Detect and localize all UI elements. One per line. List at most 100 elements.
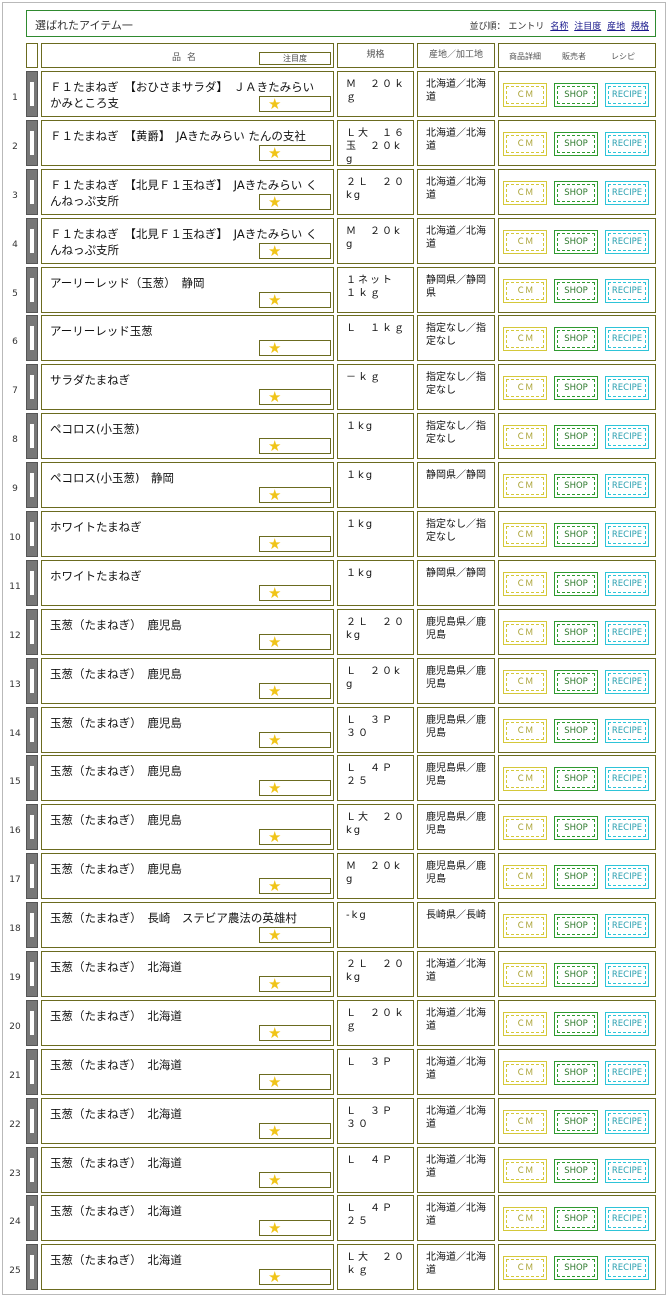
recipe-button[interactable]: RECIPE: [605, 1158, 649, 1183]
item-name[interactable]: Ｆ１たまねぎ 【黄爵】 JAきたみらい たんの支社: [50, 128, 325, 144]
item-name[interactable]: アーリーレッド玉葱: [50, 323, 325, 339]
row-handle[interactable]: [26, 1097, 38, 1144]
row-handle[interactable]: [26, 1146, 38, 1193]
row-handle[interactable]: [26, 706, 38, 753]
row-handle[interactable]: [26, 364, 38, 411]
item-name[interactable]: 玉葱（たまねぎ） 北海道: [50, 1203, 325, 1219]
recipe-button[interactable]: RECIPE: [605, 620, 649, 645]
shop-button[interactable]: SHOP: [554, 83, 598, 107]
row-handle[interactable]: [26, 951, 38, 998]
item-name[interactable]: サラダたまねぎ: [50, 372, 325, 388]
row-handle[interactable]: [26, 559, 38, 606]
recipe-button[interactable]: RECIPE: [605, 1207, 649, 1232]
row-handle[interactable]: [26, 413, 38, 460]
recipe-button[interactable]: RECIPE: [605, 327, 649, 352]
row-handle[interactable]: [26, 119, 38, 166]
row-handle[interactable]: [26, 217, 38, 264]
recipe-button[interactable]: RECIPE: [605, 669, 649, 694]
shop-button[interactable]: SHOP: [554, 376, 598, 401]
row-handle[interactable]: [26, 315, 38, 362]
recipe-button[interactable]: RECIPE: [605, 474, 649, 499]
recipe-button[interactable]: RECIPE: [605, 180, 649, 205]
shop-button[interactable]: SHOP: [554, 865, 598, 890]
recipe-button[interactable]: RECIPE: [605, 571, 649, 596]
shop-button[interactable]: SHOP: [554, 816, 598, 841]
item-name[interactable]: 玉葱（たまねぎ） 北海道: [50, 1106, 325, 1122]
shop-button[interactable]: SHOP: [554, 523, 598, 548]
cm-button[interactable]: ＣＭ: [503, 229, 547, 254]
shop-button[interactable]: SHOP: [554, 1011, 598, 1036]
item-name[interactable]: 玉葱（たまねぎ） 北海道: [50, 1155, 325, 1171]
sort-option-name[interactable]: 名称: [550, 22, 568, 32]
shop-button[interactable]: SHOP: [554, 180, 598, 205]
shop-button[interactable]: SHOP: [554, 571, 598, 596]
recipe-button[interactable]: RECIPE: [605, 1060, 649, 1085]
shop-button[interactable]: SHOP: [554, 229, 598, 254]
shop-button[interactable]: SHOP: [554, 327, 598, 352]
shop-button[interactable]: SHOP: [554, 425, 598, 450]
shop-button[interactable]: SHOP: [554, 767, 598, 792]
shop-button[interactable]: SHOP: [554, 1207, 598, 1232]
cm-button[interactable]: ＣＭ: [503, 180, 547, 205]
recipe-button[interactable]: RECIPE: [605, 425, 649, 450]
row-handle[interactable]: [26, 168, 38, 215]
cm-button[interactable]: ＣＭ: [503, 474, 547, 499]
cm-button[interactable]: ＣＭ: [503, 767, 547, 792]
sort-option-entry[interactable]: エントリ: [508, 22, 544, 32]
row-handle[interactable]: [26, 462, 38, 509]
recipe-button[interactable]: RECIPE: [605, 131, 649, 156]
recipe-button[interactable]: RECIPE: [605, 1109, 649, 1134]
row-handle[interactable]: [26, 71, 38, 117]
shop-button[interactable]: SHOP: [554, 620, 598, 645]
cm-button[interactable]: ＣＭ: [503, 278, 547, 303]
cm-button[interactable]: ＣＭ: [503, 718, 547, 743]
item-name[interactable]: 玉葱（たまねぎ） 鹿児島: [50, 666, 325, 682]
cm-button[interactable]: ＣＭ: [503, 571, 547, 596]
cm-button[interactable]: ＣＭ: [503, 1158, 547, 1183]
recipe-button[interactable]: RECIPE: [605, 816, 649, 841]
recipe-button[interactable]: RECIPE: [605, 718, 649, 743]
cm-button[interactable]: ＣＭ: [503, 669, 547, 694]
cm-button[interactable]: ＣＭ: [503, 914, 547, 939]
shop-button[interactable]: SHOP: [554, 131, 598, 156]
sort-option-spec[interactable]: 規格: [631, 22, 649, 32]
sort-option-attention[interactable]: 注目度: [574, 22, 601, 32]
item-name[interactable]: 玉葱（たまねぎ） 北海道: [50, 1252, 325, 1268]
sort-option-origin[interactable]: 産地: [607, 22, 625, 32]
item-name[interactable]: 玉葱（たまねぎ） 鹿児島: [50, 763, 325, 779]
cm-button[interactable]: ＣＭ: [503, 816, 547, 841]
recipe-button[interactable]: RECIPE: [605, 1256, 649, 1281]
cm-button[interactable]: ＣＭ: [503, 1207, 547, 1232]
row-handle[interactable]: [26, 657, 38, 704]
recipe-button[interactable]: RECIPE: [605, 914, 649, 939]
cm-button[interactable]: ＣＭ: [503, 1256, 547, 1281]
item-name[interactable]: 玉葱（たまねぎ） 鹿児島: [50, 617, 325, 633]
row-handle[interactable]: [26, 804, 38, 851]
recipe-button[interactable]: RECIPE: [605, 1011, 649, 1036]
shop-button[interactable]: SHOP: [554, 474, 598, 499]
shop-button[interactable]: SHOP: [554, 1060, 598, 1085]
item-name[interactable]: 玉葱（たまねぎ） 鹿児島: [50, 861, 325, 877]
item-name[interactable]: 玉葱（たまねぎ） 長崎 ステビア農法の英雄村: [50, 910, 325, 926]
recipe-button[interactable]: RECIPE: [605, 278, 649, 303]
recipe-button[interactable]: RECIPE: [605, 83, 649, 107]
shop-button[interactable]: SHOP: [554, 278, 598, 303]
recipe-button[interactable]: RECIPE: [605, 523, 649, 548]
item-name[interactable]: ペコロス(小玉葱): [50, 421, 325, 437]
item-name[interactable]: 玉葱（たまねぎ） 北海道: [50, 959, 325, 975]
cm-button[interactable]: ＣＭ: [503, 1060, 547, 1085]
row-handle[interactable]: [26, 266, 38, 313]
row-handle[interactable]: [26, 853, 38, 900]
cm-button[interactable]: ＣＭ: [503, 83, 547, 107]
cm-button[interactable]: ＣＭ: [503, 1011, 547, 1036]
row-handle[interactable]: [26, 755, 38, 802]
recipe-button[interactable]: RECIPE: [605, 229, 649, 254]
item-name[interactable]: アーリーレッド（玉葱） 静岡: [50, 275, 325, 291]
row-handle[interactable]: [26, 608, 38, 655]
shop-button[interactable]: SHOP: [554, 1109, 598, 1134]
recipe-button[interactable]: RECIPE: [605, 865, 649, 890]
row-handle[interactable]: [26, 1244, 38, 1291]
recipe-button[interactable]: RECIPE: [605, 767, 649, 792]
cm-button[interactable]: ＣＭ: [503, 1109, 547, 1134]
item-name[interactable]: ホワイトたまねぎ: [50, 519, 325, 535]
